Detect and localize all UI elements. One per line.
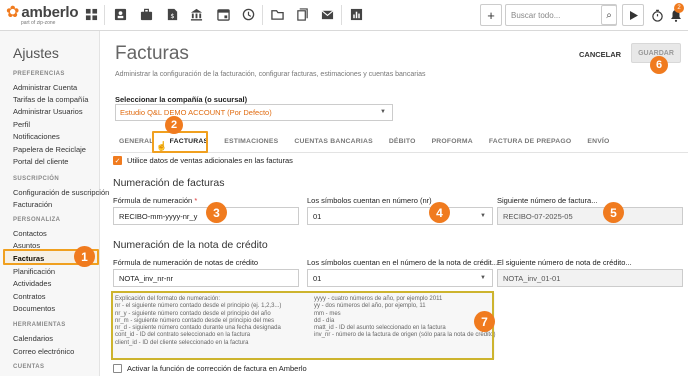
invoice-numbering-heading: Numeración de facturas	[113, 177, 225, 189]
credit-symbols-select[interactable]: 01 ▼	[307, 269, 493, 287]
invoice-symbols-label: Los símbolos cuentan en número (nr)	[307, 196, 432, 205]
step-marker-3: 3	[206, 202, 227, 223]
step-marker-5: 5	[603, 202, 624, 223]
sidebar-item-papelera[interactable]: Papelera de Reciclaje	[13, 145, 86, 154]
step-marker-6: 6	[650, 56, 668, 74]
notification-badge: 2	[674, 3, 684, 13]
cancel-button[interactable]: CANCELAR	[579, 50, 621, 59]
divider	[341, 5, 342, 25]
page-title: Facturas	[115, 43, 189, 64]
invoice-format-label: Fórmula de numeración *	[113, 196, 197, 205]
sidebar-item-administrar-usuarios[interactable]: Administrar Usuarios	[13, 107, 83, 116]
files-icon[interactable]	[295, 7, 309, 21]
divider	[262, 5, 263, 25]
main-panel: Facturas Administrar la configuración de…	[74, 31, 688, 376]
chevron-down-icon: ▼	[480, 275, 486, 281]
tab-estimaciones[interactable]: ESTIMACIONES	[216, 134, 286, 152]
play-button[interactable]	[622, 4, 644, 26]
invoice-format-label-text: Fórmula de numeración	[113, 196, 193, 205]
amberlo-logo[interactable]: ✿ amberlo part of zip-zone	[6, 3, 79, 26]
correction-label: Activar la función de corrección de fact…	[127, 364, 307, 373]
invoice-next-value: RECIBO-07-2025-05	[497, 207, 683, 225]
required-marker: *	[194, 196, 198, 205]
sidebar-item-administrar-cuenta[interactable]: Administrar Cuenta	[13, 83, 77, 92]
tab-envio[interactable]: ENVÍO	[579, 134, 617, 152]
dashboard-icon[interactable]	[84, 7, 98, 21]
sidebar-section-herramientas: HERRAMIENTAS	[13, 322, 66, 328]
svg-text:$: $	[170, 12, 174, 20]
invoice-symbols-value: 01	[313, 212, 322, 221]
sidebar-item-tarifas[interactable]: Tarifas de la compañía	[13, 95, 88, 104]
sidebar-section-suscripcion: SUSCRIPCIÓN	[13, 176, 60, 182]
add-button[interactable]: +	[480, 4, 502, 26]
contact-card-icon[interactable]	[113, 7, 127, 21]
sidebar-item-facturacion[interactable]: Facturación	[13, 200, 52, 209]
folder-icon[interactable]	[270, 7, 284, 21]
mail-icon[interactable]	[320, 7, 334, 21]
credit-symbols-label: Los símbolos cuentan en el número de la …	[307, 258, 498, 267]
tab-factura-prepago[interactable]: FACTURA DE PREPAGO	[481, 134, 580, 152]
credit-next-value: NOTA_inv_01-01	[497, 269, 683, 287]
tab-proforma[interactable]: PROFORMA	[424, 134, 481, 152]
sidebar-item-actividades[interactable]: Actividades	[13, 279, 51, 288]
sidebar-item-correo[interactable]: Correo electrónico	[13, 347, 74, 356]
company-label: Seleccionar la compañía (o sucursal)	[115, 95, 248, 104]
credit-format-label: Fórmula de numeración de notas de crédit…	[113, 258, 259, 267]
sidebar-section-personaliza: PERSONALIZA	[13, 217, 61, 223]
sidebar-title: Ajustes	[13, 45, 59, 61]
step-marker-4: 4	[429, 202, 450, 223]
invoice-next-label: Siguiente número de factura...	[497, 196, 598, 205]
page-subtitle: Administrar la configuración de la factu…	[115, 71, 426, 78]
tab-cuentas-bancarias[interactable]: CUENTAS BANCARIAS	[286, 134, 380, 152]
sidebar-item-planificacion[interactable]: Planificación	[13, 267, 55, 276]
checkbox-checked-icon[interactable]: ✓	[113, 156, 122, 165]
credit-format-input[interactable]: NOTA_inv_nr-nr	[113, 269, 299, 287]
step-marker-1: 1	[74, 246, 95, 267]
bank-icon[interactable]	[189, 7, 203, 21]
use-extra-sales-label: Utilice datos de ventas adicionales en l…	[127, 156, 293, 165]
step-marker-2: 2	[165, 116, 183, 134]
sidebar-item-config-suscripcion[interactable]: Configuración de suscripción	[13, 188, 109, 197]
credit-numbering-heading: Numeración de la nota de crédito	[113, 239, 268, 251]
use-extra-sales-row[interactable]: ✓ Utilice datos de ventas adicionales en…	[113, 156, 293, 165]
help-box-highlight	[111, 291, 494, 360]
briefcase-icon[interactable]	[139, 7, 153, 21]
search-icon[interactable]: ⌕	[601, 5, 617, 25]
sidebar-item-perfil[interactable]: Perfil	[13, 120, 30, 129]
cursor-icon: ☝	[156, 141, 168, 151]
sidebar-item-contratos[interactable]: Contratos	[13, 292, 46, 301]
sidebar-section-cuentas: CUENTAS	[13, 364, 45, 370]
sidebar-section-preferencias: PREFERENCIAS	[13, 71, 65, 77]
credit-symbols-value: 01	[313, 274, 322, 283]
company-value: Estudio Q&L DEMO ACCOUNT (Por Defecto)	[120, 108, 272, 117]
sidebar-item-calendarios[interactable]: Calendarios	[13, 334, 53, 343]
correction-row[interactable]: Activar la función de corrección de fact…	[113, 364, 307, 373]
step-marker-7: 7	[474, 311, 495, 332]
brand-sub: part of zip-zone	[21, 20, 56, 26]
clock-icon[interactable]	[241, 7, 255, 21]
invoice-symbols-select[interactable]: 01 ▼	[307, 207, 493, 225]
amberlo-logo-icon: ✿	[6, 3, 20, 21]
settings-sidebar: Ajustes PREFERENCIAS Administrar Cuenta …	[0, 31, 109, 376]
credit-next-label: El siguiente número de nota de crédito..…	[497, 258, 632, 267]
sidebar-item-notificaciones[interactable]: Notificaciones	[13, 132, 60, 141]
divider	[104, 5, 105, 25]
calendar-icon[interactable]	[216, 7, 230, 21]
company-select[interactable]: Estudio Q&L DEMO ACCOUNT (Por Defecto) ▼	[115, 104, 393, 121]
document-dollar-icon[interactable]: $	[165, 7, 179, 21]
chevron-down-icon: ▼	[480, 213, 486, 219]
brand-name: amberlo	[21, 4, 79, 21]
sidebar-item-portal-cliente[interactable]: Portal del cliente	[13, 157, 68, 166]
tab-debito[interactable]: DÉBITO	[381, 134, 424, 152]
top-bar: ✿ amberlo part of zip-zone $ + Buscar to…	[0, 0, 688, 31]
sidebar-item-documentos[interactable]: Documentos	[13, 304, 55, 313]
sidebar-item-contactos[interactable]: Contactos	[13, 229, 47, 238]
chevron-down-icon: ▼	[380, 109, 386, 115]
checkbox-unchecked-icon[interactable]	[113, 364, 122, 373]
bar-chart-icon[interactable]	[349, 7, 363, 21]
